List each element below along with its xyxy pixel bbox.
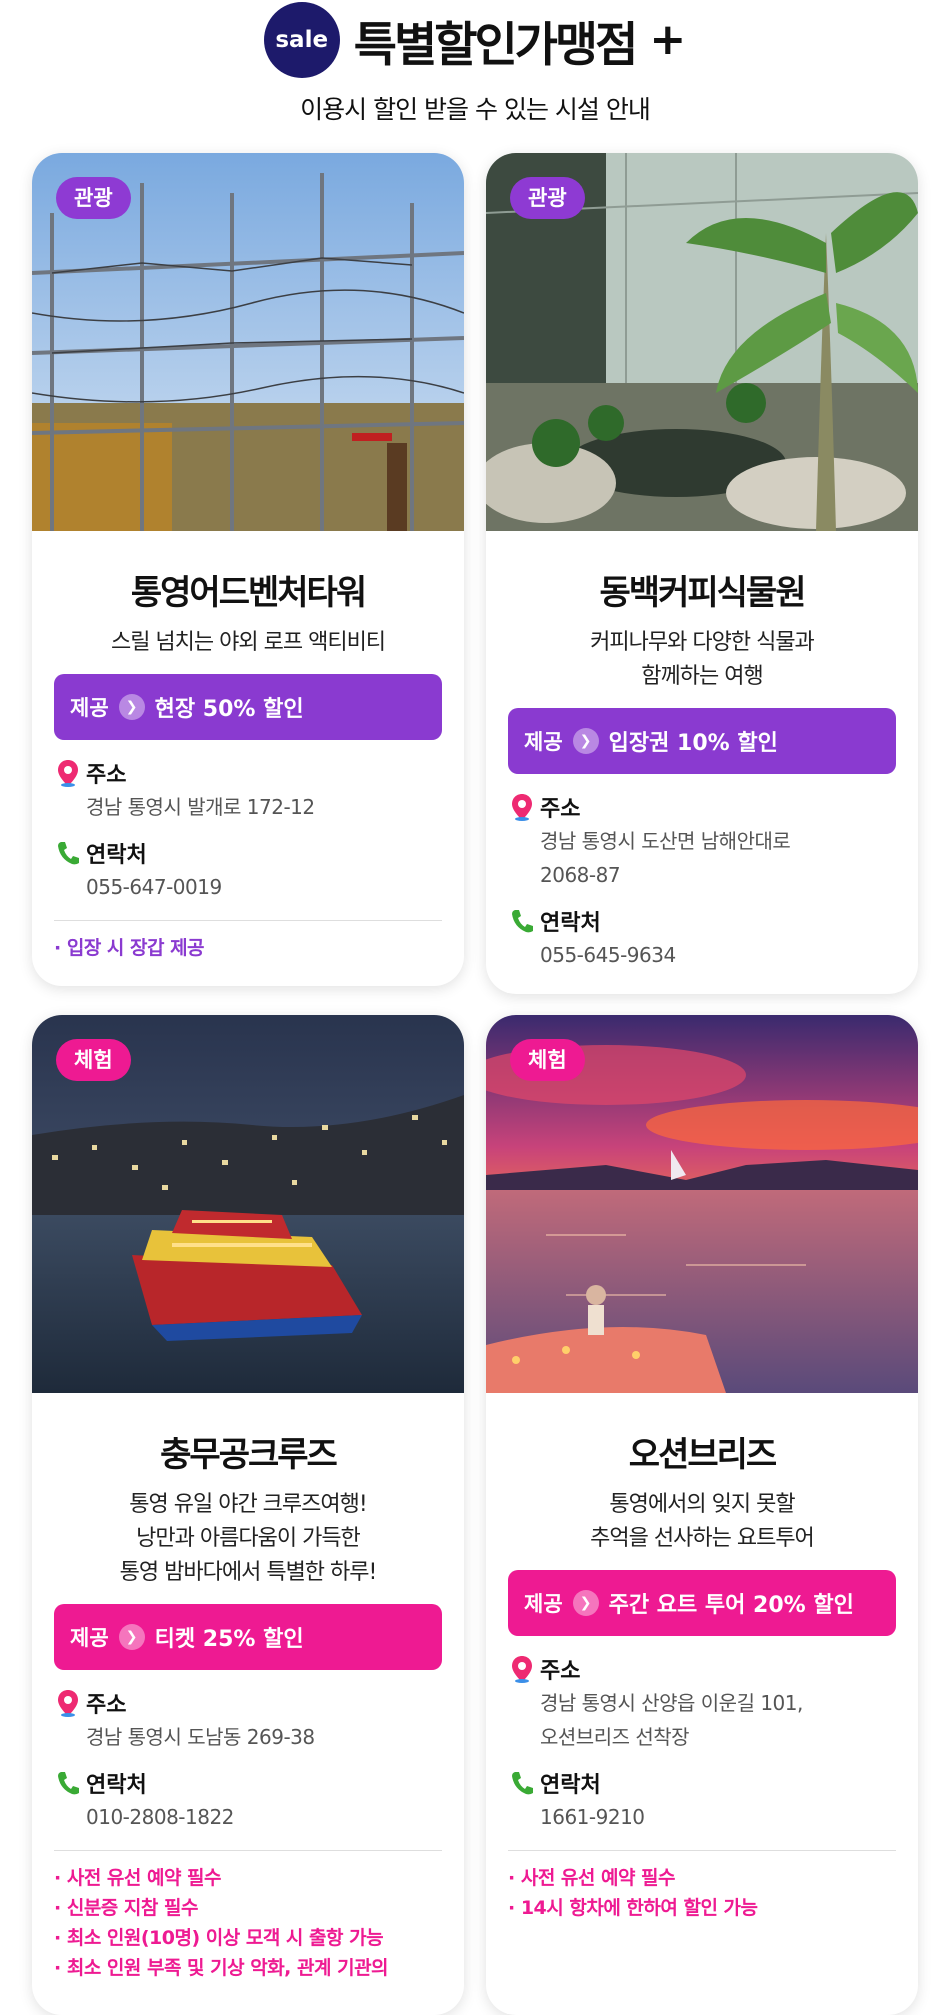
desc-line: 통영 유일 야간 크루즈여행! — [129, 1492, 367, 1517]
benefit-banner: 제공 ❯ 티켓 25% 할인 — [54, 1604, 442, 1670]
contact-label: 연락처 — [86, 1773, 147, 1798]
card-image-chungmugong-cruise: 체험 — [32, 1015, 464, 1393]
card-image-ocean-breeze: 체험 — [486, 1015, 918, 1393]
benefit-banner: 제공 ❯ 주간 요트 투어 20% 할인 — [508, 1570, 896, 1636]
chevron-right-icon: ❯ — [572, 1590, 599, 1616]
contact-label: 연락처 — [540, 911, 601, 936]
contact-value[interactable]: 055-645-9634 — [508, 938, 896, 972]
address-label: 주소 — [86, 763, 127, 788]
phone-icon — [54, 840, 82, 866]
note-item: · 사전 유선 예약 필수 — [508, 1867, 676, 1889]
note-item: · 입장 시 장갑 제공 — [54, 937, 205, 959]
card-title: 오션브리즈 — [628, 1435, 777, 1475]
category-badge: 체험 — [510, 1039, 585, 1081]
chevron-right-icon: ❯ — [572, 728, 599, 754]
divider — [54, 1850, 442, 1851]
address-label: 주소 — [540, 1659, 581, 1684]
note-item: · 사전 유선 예약 필수 — [54, 1867, 222, 1889]
address-section: 주소 경남 통영시 도산면 남해안대로 2068-87 — [508, 790, 896, 892]
card-description: 커피나무와 다양한 식물과 함께하는 여행 — [508, 626, 896, 694]
benefit-label: 제공 — [70, 1626, 109, 1650]
card-image-adventure-tower: 관광 — [32, 153, 464, 531]
address-value: 경남 통영시 도남동 269-38 — [86, 1725, 315, 1749]
note-item: · 최소 인원 부족 및 기상 악화, 관계 기관의 — [54, 1957, 389, 1979]
address-label: 주소 — [540, 797, 581, 822]
benefit-text: 주간 요트 투어 20% 할인 — [608, 1593, 854, 1618]
page-title: 특별할인가맹점 — [353, 17, 639, 73]
chevron-right-icon: ❯ — [118, 1624, 145, 1650]
address-value: 경남 통영시 도산면 남해안대로 — [540, 829, 791, 853]
benefit-label: 제공 — [524, 730, 563, 754]
card-description: 통영에서의 잊지 못할 추억을 선사하는 요트투어 — [508, 1488, 896, 1556]
contact-section: 연락처 010-2808-1822 — [54, 1766, 442, 1834]
divider — [54, 920, 442, 921]
note-item: · 신분증 지참 필수 — [54, 1897, 198, 1919]
contact-section: 연락처 1661-9210 — [508, 1766, 896, 1834]
contact-value[interactable]: 1661-9210 — [508, 1800, 896, 1834]
address-section: 주소 경남 통영시 발개로 172-12 — [54, 756, 442, 824]
address-value: 2068-87 — [540, 863, 621, 887]
location-pin-icon — [508, 1655, 536, 1683]
benefit-banner: 제공 ❯ 입장권 10% 할인 — [508, 708, 896, 774]
phone-icon — [508, 1770, 536, 1796]
plus-icon: + — [649, 14, 687, 65]
desc-line: 함께하는 여행 — [641, 664, 763, 689]
notes-list: · 사전 유선 예약 필수 · 14시 항차에 한하여 할인 가능 — [508, 1863, 896, 1923]
contact-value[interactable]: 010-2808-1822 — [54, 1800, 442, 1834]
phone-icon — [508, 908, 536, 934]
location-pin-icon — [54, 759, 82, 787]
benefit-label: 제공 — [524, 1592, 563, 1616]
location-pin-icon — [508, 793, 536, 821]
location-pin-icon — [54, 1689, 82, 1717]
card-chungmugong-cruise[interactable]: 체험 충무공크루즈 통영 유일 야간 크루즈여행! 낭만과 아름다움이 가득한 … — [32, 1015, 464, 2015]
address-section: 주소 경남 통영시 도남동 269-38 — [54, 1686, 442, 1754]
desc-line: 커피나무와 다양한 식물과 — [590, 630, 815, 655]
contact-section: 연락처 055-647-0019 — [54, 836, 442, 904]
category-badge: 관광 — [510, 177, 585, 219]
notes-list: · 사전 유선 예약 필수 · 신분증 지참 필수 · 최소 인원(10명) 이… — [54, 1863, 442, 1983]
benefit-label: 제공 — [70, 696, 109, 720]
sale-badge: sale — [263, 2, 340, 78]
contact-section: 연락처 055-645-9634 — [508, 904, 896, 972]
card-image-coffee-botanical: 관광 — [486, 153, 918, 531]
benefit-text: 입장권 10% 할인 — [608, 731, 778, 756]
card-description: 통영 유일 야간 크루즈여행! 낭만과 아름다움이 가득한 통영 밤바다에서 특… — [54, 1488, 442, 1590]
card-title: 충무공크루즈 — [160, 1435, 338, 1475]
card-title: 통영어드벤처타워 — [130, 573, 367, 613]
benefit-text: 현장 50% 할인 — [154, 697, 304, 722]
page-subtitle: 이용시 할인 받을 수 있는 시설 안내 — [300, 95, 651, 124]
card-adventure-tower[interactable]: 관광 통영어드벤처타워 스릴 넘치는 야외 로프 액티비티 제공 ❯ 현장 50… — [32, 153, 464, 986]
category-badge: 관광 — [56, 177, 131, 219]
address-value: 경남 통영시 산양읍 이운길 101, — [540, 1691, 803, 1715]
contact-label: 연락처 — [540, 1773, 601, 1798]
contact-value[interactable]: 055-647-0019 — [54, 870, 442, 904]
card-ocean-breeze[interactable]: 체험 오션브리즈 통영에서의 잊지 못할 추억을 선사하는 요트투어 제공 ❯ … — [486, 1015, 918, 2015]
phone-icon — [54, 1770, 82, 1796]
desc-line: 스릴 넘치는 야외 로프 액티비티 — [110, 630, 386, 655]
benefit-banner: 제공 ❯ 현장 50% 할인 — [54, 674, 442, 740]
page-header: sale 특별할인가맹점 + 이용시 할인 받을 수 있는 시설 안내 — [0, 0, 950, 150]
title-row: sale 특별할인가맹점 + — [0, 2, 950, 78]
card-description: 스릴 넘치는 야외 로프 액티비티 — [54, 626, 442, 660]
notes-list: · 입장 시 장갑 제공 — [54, 933, 442, 963]
divider — [508, 1850, 896, 1851]
desc-line: 추억을 선사하는 요트투어 — [590, 1526, 815, 1551]
address-value: 오션브리즈 선착장 — [540, 1725, 690, 1749]
card-title: 동백커피식물원 — [599, 573, 807, 613]
category-badge: 체험 — [56, 1039, 131, 1081]
desc-line: 통영에서의 잊지 못할 — [609, 1492, 795, 1517]
address-section: 주소 경남 통영시 산양읍 이운길 101, 오션브리즈 선착장 — [508, 1652, 896, 1754]
address-value: 경남 통영시 발개로 172-12 — [86, 795, 315, 819]
note-item: · 14시 항차에 한하여 할인 가능 — [508, 1897, 758, 1919]
note-item: · 최소 인원(10명) 이상 모객 시 출항 가능 — [54, 1927, 384, 1949]
desc-line: 통영 밤바다에서 특별한 하루! — [119, 1560, 378, 1585]
contact-label: 연락처 — [86, 843, 147, 868]
card-coffee-botanical[interactable]: 관광 동백커피식물원 커피나무와 다양한 식물과 함께하는 여행 제공 ❯ 입장… — [486, 153, 918, 994]
address-label: 주소 — [86, 1693, 127, 1718]
benefit-text: 티켓 25% 할인 — [154, 1627, 304, 1652]
desc-line: 낭만과 아름다움이 가득한 — [136, 1526, 361, 1551]
chevron-right-icon: ❯ — [118, 694, 145, 720]
